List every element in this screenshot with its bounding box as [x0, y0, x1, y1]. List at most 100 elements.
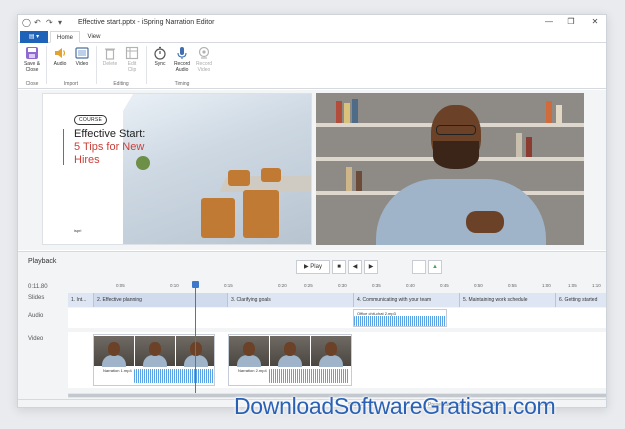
film-icon: [75, 47, 89, 59]
ruler-tick: 0:45: [440, 283, 449, 288]
save-close-button[interactable]: Save & Close: [22, 46, 42, 73]
play-button[interactable]: ▶ Play: [296, 260, 330, 274]
tab-view[interactable]: View: [82, 31, 106, 43]
video-thumbnail: [94, 336, 134, 367]
file-menu-button[interactable]: ▤ ▾: [20, 31, 48, 43]
ruler-tick: 0:05: [116, 283, 125, 288]
audio-clip[interactable]: Office chit-chat 2.mp3: [353, 309, 447, 327]
narrator-glasses: [436, 125, 476, 135]
ruler-tick: 1:05: [568, 283, 577, 288]
zoom-in-button[interactable]: ▲: [428, 260, 442, 274]
slide-segment-5[interactable]: 5. Maintaining work schedule: [460, 293, 556, 307]
book: [346, 167, 352, 191]
video-clip-2[interactable]: Narration 2.mp4: [228, 334, 352, 386]
ruler-tick: 1:10: [592, 283, 601, 288]
chair: [243, 190, 279, 238]
import-audio-button[interactable]: Audio: [50, 46, 70, 67]
zoom-out-button[interactable]: [412, 260, 426, 274]
ruler-tick: 0:55: [508, 283, 517, 288]
stop-button[interactable]: ■: [332, 260, 346, 274]
current-time: 0:11.80: [28, 284, 48, 290]
video-preview: [316, 93, 584, 245]
video-track: Narration 1.mp4 Narration 2.mp4: [68, 332, 606, 388]
group-label-close: Close: [25, 81, 39, 87]
sync-button[interactable]: Sync: [150, 46, 170, 67]
video-thumbnail: [135, 336, 175, 367]
previous-button[interactable]: ◀: [348, 260, 362, 274]
edit-clip-icon: [125, 46, 139, 60]
record-video-button[interactable]: Record Video: [194, 46, 214, 73]
audio-track: Office chit-chat 2.mp3: [68, 308, 606, 328]
save-close-label: Save & Close: [23, 61, 41, 73]
app-logo-icon: ◯: [22, 18, 31, 27]
preview-stage: COURSE Effective Start: 5 Tips for New H…: [18, 90, 606, 250]
delete-label: Delete: [102, 61, 118, 67]
ruler-tick: 0:10: [170, 283, 179, 288]
quick-access-dropdown-icon[interactable]: ▾: [58, 18, 62, 27]
ruler-tick: 0:15: [224, 283, 233, 288]
group-separator: [96, 46, 97, 84]
book: [516, 133, 522, 157]
ruler-tick: 0:40: [406, 283, 415, 288]
narrator-beard: [433, 141, 479, 169]
minimize-button[interactable]: —: [542, 17, 556, 26]
slide-segment-1[interactable]: 1. Int...: [68, 293, 94, 307]
video-clip-name: Narration 1.mp4: [102, 368, 133, 373]
book: [356, 171, 362, 191]
trash-icon: [105, 48, 115, 60]
slide-segment-4[interactable]: 4. Communicating with your team: [354, 293, 460, 307]
stop-icon: ■: [337, 264, 341, 270]
slide-preview: COURSE Effective Start: 5 Tips for New H…: [42, 93, 312, 245]
playback-panel: Playback ▶ Play ■ ◀ ▶ ▲ 0:11.80 Slides A…: [18, 251, 606, 407]
green-marker-icon: ▲: [432, 264, 438, 270]
record-audio-button[interactable]: Record Audio: [172, 46, 192, 73]
edit-clip-button[interactable]: Edit Clip: [122, 46, 142, 73]
import-video-button[interactable]: Video: [72, 46, 92, 67]
chair: [201, 198, 235, 238]
slide-subtitle: 5 Tips for New Hires: [74, 141, 145, 166]
chair: [228, 170, 250, 186]
stopwatch-icon: [154, 46, 166, 60]
slide-segment-2[interactable]: 2. Effective planning: [94, 293, 228, 307]
edit-clip-label: Edit Clip: [127, 61, 137, 73]
accent-bar: [63, 129, 64, 165]
group-label-editing: Editing: [113, 81, 129, 87]
slide-title: Effective Start:: [74, 128, 146, 140]
ruler-tick: 0:20: [278, 283, 287, 288]
playback-title: Playback: [28, 258, 57, 265]
playhead[interactable]: [192, 281, 199, 394]
slide-segment-6[interactable]: 6. Getting started: [556, 293, 606, 307]
close-button[interactable]: ✕: [588, 17, 602, 26]
audio-waveform: [354, 316, 446, 326]
row-label-video: Video: [28, 336, 44, 342]
chair: [261, 168, 281, 182]
undo-icon[interactable]: ↶: [34, 18, 41, 27]
ribbon-home: Save & Close Close Audio Video Import Del…: [18, 43, 606, 89]
next-button[interactable]: ▶: [364, 260, 378, 274]
book: [526, 137, 532, 157]
video-thumbnail: [311, 336, 351, 367]
playhead-handle[interactable]: [192, 281, 199, 288]
group-separator: [146, 46, 147, 84]
slide-segment-3[interactable]: 3. Clarifying goals: [228, 293, 354, 307]
ruler-tick: 0:30: [338, 283, 347, 288]
ruler-tick: 0:50: [474, 283, 483, 288]
book: [352, 99, 358, 123]
maximize-button[interactable]: ❐: [564, 17, 578, 26]
app-window: ◯ ↶ ↷ ▾ Effective start.pptx - iSpring N…: [17, 14, 607, 408]
delete-button[interactable]: Delete: [100, 46, 120, 67]
watermark: DownloadSoftwareGratisan.com: [234, 393, 556, 419]
redo-icon[interactable]: ↷: [46, 18, 53, 27]
group-label-import: Import: [63, 81, 79, 87]
video-clip-1[interactable]: Narration 1.mp4: [93, 334, 215, 386]
timeline[interactable]: 0:05 0:10 0:15 0:20 0:25 0:30 0:35 0:40 …: [68, 281, 606, 404]
ruler-tick: 1:00: [542, 283, 551, 288]
sync-label: Sync: [154, 61, 166, 67]
course-badge: COURSE: [74, 115, 108, 125]
tab-home[interactable]: Home: [50, 31, 80, 43]
slide-logo: ispri: [74, 228, 82, 233]
speaker-icon: [55, 48, 66, 58]
video-clip-name: Narration 2.mp4: [237, 368, 268, 373]
title-bar: ◯ ↶ ↷ ▾ Effective start.pptx - iSpring N…: [18, 15, 606, 31]
time-ruler[interactable]: 0:05 0:10 0:15 0:20 0:25 0:30 0:35 0:40 …: [68, 282, 606, 292]
